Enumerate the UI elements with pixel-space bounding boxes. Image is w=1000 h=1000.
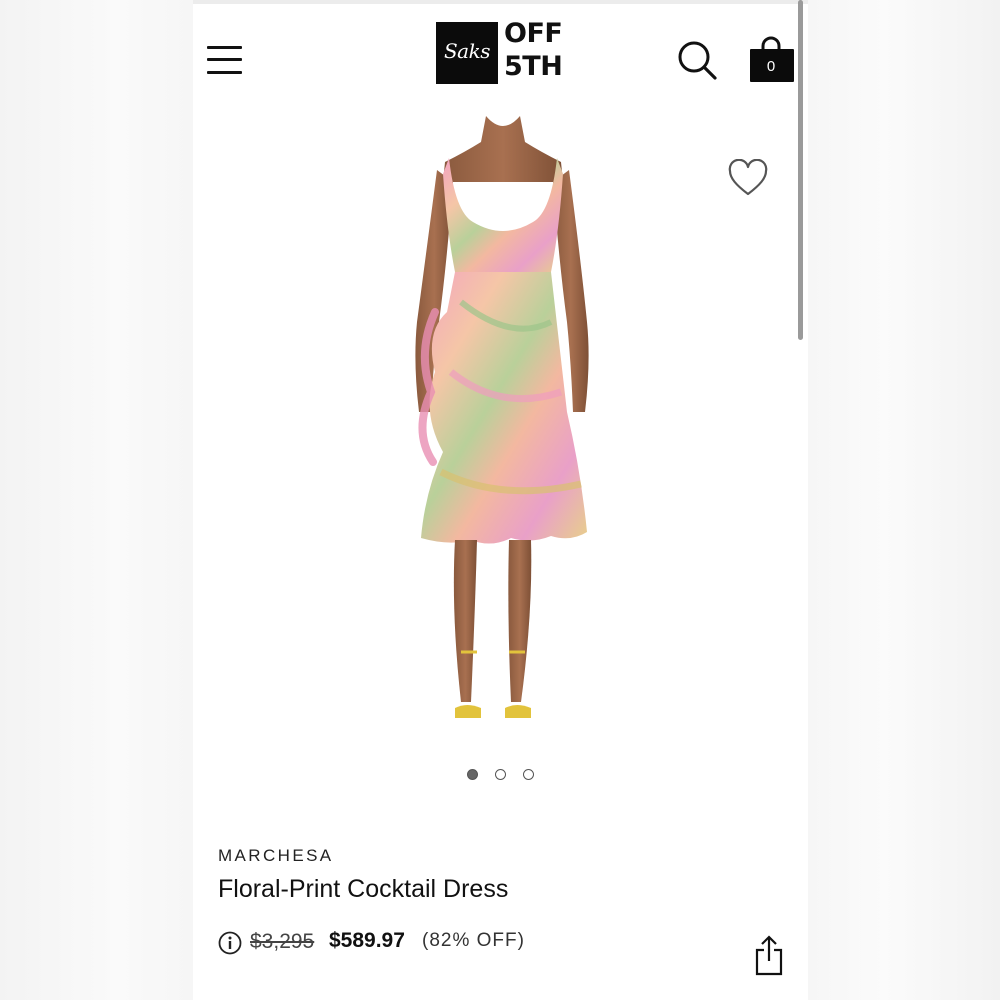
sale-price: $589.97 (329, 929, 405, 952)
bag-count: 0 (766, 58, 776, 75)
discount-label: (82% OFF) (422, 930, 525, 951)
image-carousel-dots (467, 769, 567, 783)
background-left (0, 0, 193, 1000)
original-price: $3,295 (250, 930, 315, 953)
logo-script-text: Saks (443, 39, 491, 63)
share-icon[interactable] (753, 934, 785, 976)
logo-5th-text: 5TH (504, 51, 563, 82)
carousel-dot-1[interactable] (467, 769, 478, 780)
product-title: Floral-Print Cocktail Dress (218, 875, 509, 903)
status-strip (193, 0, 808, 4)
product-brand[interactable]: MARCHESA (218, 846, 334, 866)
info-icon[interactable] (218, 931, 242, 955)
product-image[interactable] (391, 112, 615, 724)
search-icon[interactable] (677, 40, 719, 82)
price-row: $3,295 $589.97 (82% OFF) (218, 929, 618, 959)
carousel-dot-2[interactable] (495, 769, 506, 780)
logo-off-text: OFF (504, 18, 563, 49)
hamburger-menu-icon[interactable] (207, 42, 243, 76)
background-right (808, 0, 1000, 1000)
carousel-dot-3[interactable] (523, 769, 534, 780)
scrollbar[interactable] (798, 0, 803, 340)
mobile-screen: Saks OFF 5TH 0 MARCHESA Floral-Print Coc… (193, 0, 808, 1000)
logo-mark: Saks (436, 22, 498, 84)
shopping-bag-button[interactable]: 0 (749, 36, 795, 84)
heart-outline-icon[interactable] (726, 158, 770, 199)
